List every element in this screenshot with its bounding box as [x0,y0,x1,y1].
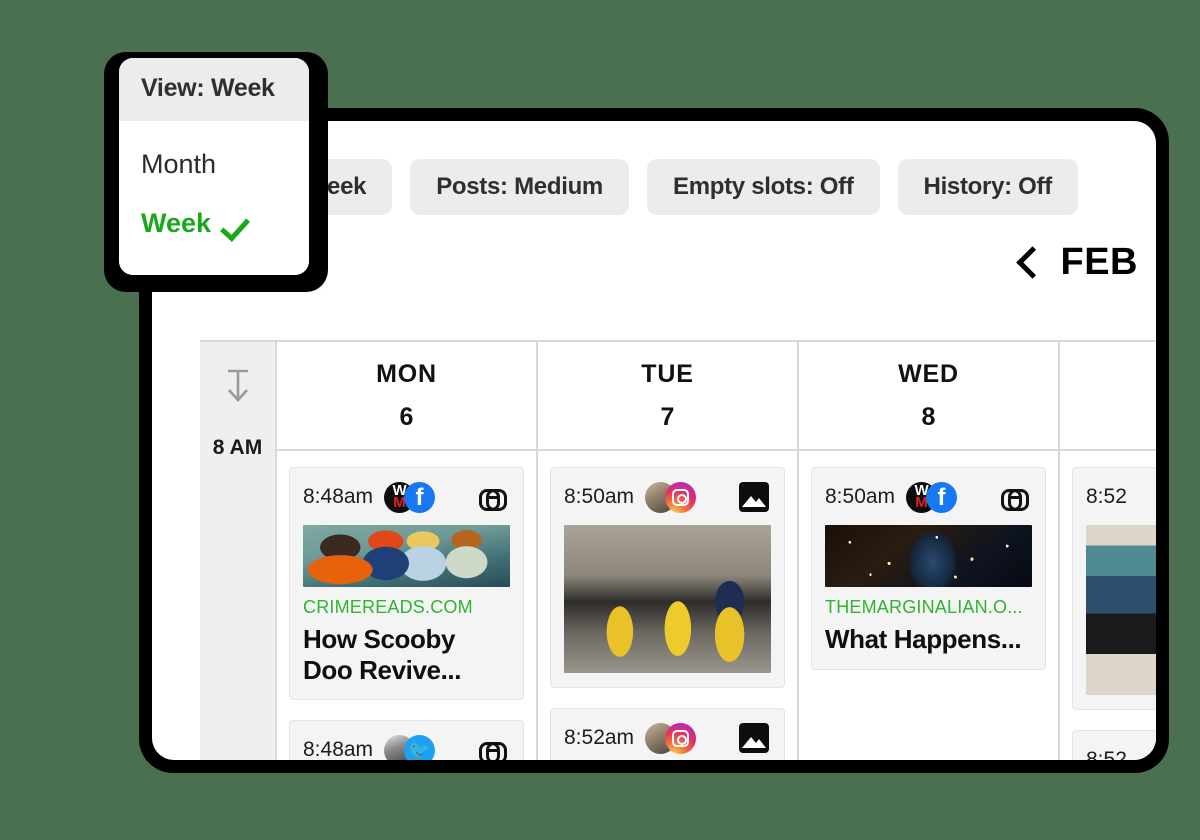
day-number-label: 6 [399,402,414,431]
post-time: 8:50am [564,485,635,508]
view-dropdown-options: Month Week [119,121,309,275]
time-label: 8 AM [212,436,263,459]
post-publisher: CRIMEREADS.COM [303,597,473,617]
check-icon [225,215,255,233]
view-dropdown: View: Week Month Week [119,58,309,275]
post-thumbnail [825,525,1032,587]
post-accounts: 🐦 [384,733,436,760]
day-of-week-label: WED [898,359,959,388]
instagram-avatar [665,481,697,513]
day-header[interactable]: MON 6 [277,342,536,451]
view-option-label: Month [141,149,217,179]
view-option-month[interactable]: Month [119,135,309,194]
post-card-header: 8:52 [1086,480,1156,514]
day-number-label: 7 [660,402,675,431]
post-thumbnail [564,525,771,673]
post-time: 8:48am [303,485,374,508]
post-publisher: THEMARGINALIAN.O... [825,597,1023,617]
day-number-label: 8 [921,402,936,431]
day-of-week-label: TUE [641,359,694,388]
facebook-avatar: f [926,481,958,513]
posts-size-button[interactable]: Posts: Medium [410,159,629,215]
post-card[interactable]: 8:50am WM f THEMARGINALIAN.O... What Hap… [811,467,1046,670]
day-body[interactable]: 8:50am 8:52am [538,451,797,760]
month-navigation: FEB [1017,241,1157,284]
day-of-week-label: MON [376,359,437,388]
day-header[interactable]: WED 8 [799,342,1058,451]
photo-icon[interactable] [737,721,771,755]
post-card-header: 8:48am 🐦 [303,733,510,760]
post-card[interactable]: 8:48am WM f CRIMEREADS.COM How Scooby Do… [289,467,524,701]
post-card-header: 8:50am [564,480,771,514]
post-card[interactable]: 8:52 [1072,467,1156,710]
day-body[interactable]: 8:50am WM f THEMARGINALIAN.O... What Hap… [799,451,1058,760]
link-icon[interactable] [476,480,510,514]
post-card-header: 8:52 [1086,743,1156,760]
photo-icon[interactable] [737,480,771,514]
link-icon[interactable] [998,480,1032,514]
day-column-wed: WED 8 8:50am WM f THEMARGINALIAN.O... Wh… [799,342,1060,760]
day-body[interactable]: 8:48am WM f CRIMEREADS.COM How Scooby Do… [277,451,536,760]
post-time: 8:50am [825,485,896,508]
post-title: How Scooby Doo Revive... [303,624,462,685]
current-month-label: FEB [1060,240,1138,283]
view-option-label: Week [141,208,212,238]
post-time: 8:52 [1086,748,1127,760]
post-card[interactable]: 8:50am [550,467,785,688]
empty-slots-button[interactable]: Empty slots: Off [646,159,880,215]
post-time: 8:52am [564,726,635,749]
facebook-avatar: f [404,481,436,513]
post-thumbnail [303,525,510,587]
post-accounts [645,721,697,755]
view-dropdown-header[interactable]: View: Week [119,58,309,121]
day-body[interactable]: 8:52 8:52 [1060,451,1156,760]
day-column-next: 8:52 8:52 [1060,342,1156,760]
post-accounts: WM f [384,480,436,514]
day-column-mon: MON 6 8:48am WM f CRIMEREADS.COM How Sco… [277,342,538,760]
post-time: 8:52 [1086,485,1127,508]
post-card[interactable]: 8:52 [1072,730,1156,760]
calendar-grid: 8 AM MON 6 8:48am WM f CRIMEREADS.COM Ho… [200,340,1156,760]
post-card-header: 8:50am WM f [825,480,1032,514]
post-thumbnail [1086,525,1156,695]
time-gutter: 8 AM [200,342,277,760]
day-header[interactable] [1060,342,1156,451]
arrow-down-to-line-icon[interactable] [200,368,275,408]
history-button[interactable]: History: Off [897,159,1078,215]
link-icon[interactable] [476,733,510,760]
chevron-left-icon[interactable] [1017,245,1039,279]
twitter-avatar: 🐦 [404,734,436,760]
post-card-header: 8:52am [564,721,771,755]
post-card-header: 8:48am WM f [303,480,510,514]
post-accounts [645,480,697,514]
day-column-tue: TUE 7 8:50am 8:52am [538,342,799,760]
day-columns: MON 6 8:48am WM f CRIMEREADS.COM How Sco… [277,342,1156,760]
instagram-avatar [665,722,697,754]
post-title: What Happens... [825,624,1022,654]
view-option-week[interactable]: Week [119,194,309,253]
post-card[interactable]: 8:48am 🐦 [289,720,524,760]
post-accounts: WM f [906,480,958,514]
post-time: 8:48am [303,738,374,760]
post-card[interactable]: 8:52am [550,708,785,760]
day-header[interactable]: TUE 7 [538,342,797,451]
